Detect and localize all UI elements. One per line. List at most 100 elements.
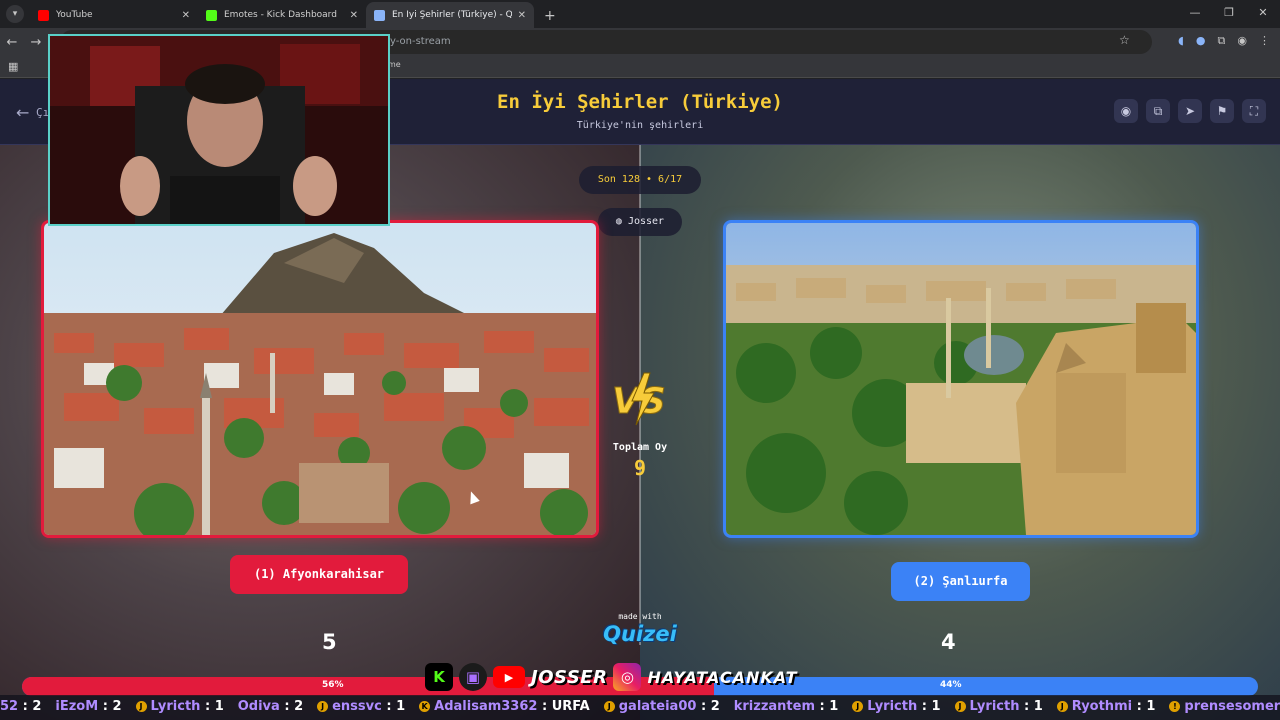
ticker-username: iEzoM [55, 699, 99, 714]
made-with-label: made with [618, 612, 662, 621]
ticker-separator: : [279, 699, 295, 714]
ticker-username: Lyricth [150, 699, 201, 714]
send-icon[interactable]: ➤ [1178, 99, 1202, 123]
close-tab-icon[interactable]: ✕ [350, 10, 358, 21]
twitch-icon: ▣ [459, 663, 487, 691]
option-1-percent: 56% [322, 680, 344, 690]
round-indicator: Son 128 • 6/17 [579, 166, 701, 194]
ticker-item: iEzoM : 2 [55, 695, 121, 718]
afyonkarahisar-image [44, 223, 596, 535]
option-2-votes: 4 [941, 630, 956, 654]
minimize-icon[interactable]: — [1178, 0, 1212, 28]
user-badge: ◍ Josser [598, 208, 682, 236]
youtube-icon: ▶ [493, 666, 525, 688]
tab-label: YouTube [56, 10, 93, 20]
forward-arrow-icon[interactable]: → [24, 35, 48, 50]
ticker-vote: URFA [551, 699, 590, 714]
sanliurfa-image [726, 223, 1196, 535]
ticker-username: Odiva [237, 699, 280, 714]
user-badge-icon: K [419, 701, 431, 712]
ticker-separator: : [200, 699, 215, 714]
close-window-icon[interactable]: ✕ [1246, 0, 1280, 28]
ticker-vote: 1 [396, 699, 406, 714]
ticker-item: 52 : 2 [0, 695, 41, 718]
flag-icon[interactable]: ⚑ [1210, 99, 1234, 123]
bookmark-star-icon[interactable]: ☆ [1119, 33, 1130, 47]
ticker-separator: : [381, 699, 397, 714]
profile-icon[interactable]: ◉ [1237, 34, 1247, 48]
back-arrow-icon[interactable]: ← [0, 35, 24, 50]
total-votes-label: Toplam Oy [612, 442, 668, 453]
browser-tab-youtube[interactable]: YouTube ✕ [30, 2, 198, 28]
ticker-username: Lyricth [867, 699, 918, 714]
quizei-logo[interactable]: Quizei [596, 622, 684, 646]
user-badge-icon: J [852, 701, 864, 712]
tab-search-icon[interactable]: ▾ [6, 5, 24, 23]
close-tab-icon[interactable]: ✕ [182, 10, 190, 21]
restore-icon[interactable]: ❐ [1212, 0, 1246, 28]
ticker-item: K Adalisam3362 : URFA [419, 695, 590, 718]
user-badge-icon: J [1056, 701, 1068, 712]
ticker-vote: 2 [112, 699, 122, 714]
new-tab-button[interactable]: + [534, 8, 566, 28]
ticker-vote: 1 [1146, 699, 1156, 714]
total-votes-value: 9 [633, 456, 647, 480]
ticker-separator: : [98, 699, 113, 714]
header-actions: ◉ ⧉ ➤ ⚑ ⛶ [1114, 99, 1266, 123]
instagram-handle: HAYATACANKAT [647, 667, 798, 687]
user-name: Josser [627, 216, 665, 227]
close-tab-icon[interactable]: ✕ [518, 10, 526, 21]
ticker-username: Lyricth [969, 699, 1020, 714]
user-badge-icon: J [135, 701, 147, 712]
youtube-favicon-icon [38, 9, 49, 21]
puzzle-icon[interactable]: ⧉ [1218, 34, 1226, 48]
ticker-item: J Lyricth : 1 [135, 695, 224, 718]
ticker-item: J Lyricth : 1 [954, 695, 1043, 718]
ticker-item: Odiva : 2 [238, 695, 303, 718]
stream-socials-overlay: K ▣ ▶ JOSSER ◎ HAYATACANKAT [425, 662, 798, 692]
option-1-button[interactable]: (1) Afyonkarahisar [230, 555, 408, 594]
menu-dots-icon[interactable]: ⋮ [1259, 34, 1270, 48]
extension-icon[interactable]: ● [1196, 34, 1206, 48]
ticker-item: krizzantem : 1 [734, 695, 839, 718]
ticker-separator: : [917, 699, 932, 714]
ticker-vote: 2 [294, 699, 304, 714]
chat-vote-ticker: 52 : 2 iEzoM : 2 J Lyricth : 1 Odiva : 2 Jens… [0, 695, 1280, 720]
kick-icon: K [425, 663, 453, 691]
window-controls: — ❐ ✕ [1178, 0, 1280, 28]
ticker-item: Jgalateia00 : 2 [603, 695, 720, 718]
fullscreen-icon[interactable]: ⛶ [1242, 99, 1266, 123]
kick-favicon-icon [206, 9, 217, 21]
option-card-right[interactable] [723, 220, 1199, 538]
eye-icon[interactable]: ◉ [1114, 99, 1138, 123]
ticker-username: enssvc [332, 699, 382, 714]
user-badge-icon: J [317, 701, 329, 712]
ticker-vote: 1 [829, 699, 839, 714]
apps-grid-icon[interactable]: ▦ [8, 60, 18, 73]
ticker-vote: 2 [710, 699, 720, 714]
streamer-name: JOSSER [531, 666, 608, 688]
extension-icon[interactable]: ◖ [1178, 34, 1184, 48]
copy-icon[interactable]: ⧉ [1146, 99, 1170, 123]
ticker-separator: : [537, 699, 552, 714]
url-text: y-on-stream [390, 36, 451, 47]
browser-tab-quizei[interactable]: En İyi Şehirler (Türkiye) - Quizei ✕ [366, 2, 534, 28]
tab-label: En İyi Şehirler (Türkiye) - Quizei [392, 10, 512, 20]
ticker-vote: 1 [931, 699, 941, 714]
browser-tab-kick[interactable]: Emotes - Kick Dashboard ✕ [198, 2, 366, 28]
option-card-left[interactable] [41, 220, 599, 538]
user-badge-icon: J [954, 701, 966, 712]
user-badge-icon: J [603, 701, 615, 712]
browser-tab-strip: ▾ YouTube ✕ Emotes - Kick Dashboard ✕ En… [0, 0, 1280, 28]
tab-label: Emotes - Kick Dashboard [224, 10, 337, 20]
quizei-favicon-icon [374, 9, 385, 21]
ticker-vote: 1 [214, 699, 224, 714]
ticker-username: 52 [0, 699, 19, 714]
ticker-separator: : [1132, 699, 1147, 714]
option-2-button[interactable]: (2) Şanlıurfa [891, 562, 1030, 601]
ticker-item: J Lyricth : 1 [852, 695, 941, 718]
ticker-item: !prensesomer61 : 1 [1169, 695, 1280, 718]
webcam-feed [50, 36, 388, 224]
ticker-vote: 2 [32, 699, 42, 714]
ticker-vote: 1 [1033, 699, 1043, 714]
